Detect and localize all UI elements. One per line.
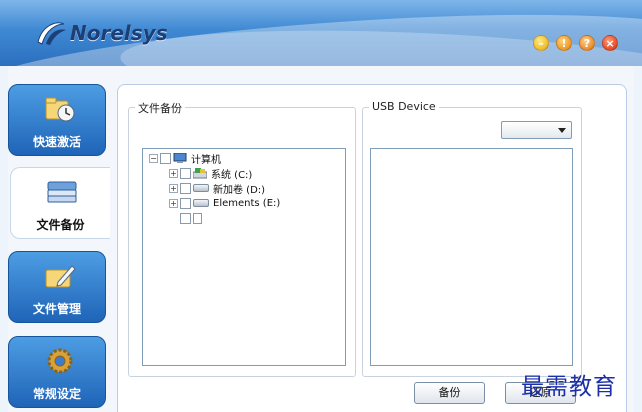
tree-checkbox[interactable] xyxy=(160,152,171,164)
tree-item-label: 系统 (C:) xyxy=(211,169,253,181)
app-logo: Norelsys xyxy=(34,18,168,48)
watermark-text: 最需教育 xyxy=(521,374,617,400)
tree-item-drive-e[interactable]: + Elements (E:) xyxy=(169,196,280,210)
app-window: Norelsys – ! ? × 快速激活 文件备份 文件管理 常规设定 文件备… xyxy=(0,0,642,412)
settings-gear-icon xyxy=(47,348,73,374)
tree-checkbox[interactable] xyxy=(180,182,191,194)
sidebar-item-file-backup[interactable]: 文件备份 xyxy=(10,167,110,239)
blank-item-icon xyxy=(193,212,202,224)
sidebar-item-label: 快速激活 xyxy=(32,135,81,149)
file-backup-icon xyxy=(47,181,77,203)
chevron-down-icon xyxy=(558,128,566,133)
sidebar-item-file-manage[interactable]: 文件管理 xyxy=(8,251,106,323)
close-icon[interactable]: × xyxy=(602,35,618,51)
backup-button[interactable]: 备份 xyxy=(414,382,485,404)
tree-item-empty[interactable] xyxy=(180,211,204,225)
tree-item-label: Elements (E:) xyxy=(213,197,281,209)
tree-item-drive-c[interactable]: + 系统 (C:) xyxy=(169,166,253,181)
tree-checkbox[interactable] xyxy=(180,212,191,224)
sidebar-item-settings[interactable]: 常规设定 xyxy=(8,336,106,408)
tree-item-computer[interactable]: − 计算机 xyxy=(149,151,221,166)
drive-icon xyxy=(193,184,209,192)
logo-text: Norelsys xyxy=(70,21,168,45)
quick-activate-icon xyxy=(45,97,75,122)
sidebar-item-label: 常规设定 xyxy=(32,387,81,401)
tree-item-label: 新加卷 (D:) xyxy=(213,184,266,196)
drive-icon xyxy=(193,199,209,207)
tree-item-drive-d[interactable]: + 新加卷 (D:) xyxy=(169,181,266,196)
help-icon[interactable]: ? xyxy=(579,35,595,51)
sidebar-item-label: 文件管理 xyxy=(32,302,81,316)
sidebar-item-label: 文件备份 xyxy=(36,218,85,232)
backup-group-title: 文件备份 xyxy=(135,100,185,116)
usb-group-title: USB Device xyxy=(369,100,439,113)
header-bar: Norelsys – ! ? × xyxy=(0,0,642,66)
expand-toggle-icon[interactable]: + xyxy=(169,183,178,193)
tree-checkbox[interactable] xyxy=(180,167,191,179)
system-drive-icon xyxy=(193,167,207,178)
sidebar-item-quick-activate[interactable]: 快速激活 xyxy=(8,84,106,156)
minimize-icon[interactable]: – xyxy=(533,35,549,51)
file-manage-icon xyxy=(45,265,76,288)
collapse-toggle-icon[interactable]: − xyxy=(149,153,158,163)
expand-toggle-icon[interactable]: + xyxy=(169,168,178,178)
usb-device-list[interactable] xyxy=(370,148,573,366)
content-panel: 文件备份 USB Device − 计算机 + 系统 (C:) + 新加卷 (D… xyxy=(117,84,627,412)
logo-swirl-icon xyxy=(37,22,66,45)
file-tree[interactable]: − 计算机 + 系统 (C:) + 新加卷 (D:) + Elements (E… xyxy=(142,148,346,366)
expand-toggle-icon[interactable]: + xyxy=(169,198,178,208)
tree-checkbox[interactable] xyxy=(180,197,191,209)
tree-item-label: 计算机 xyxy=(191,154,221,166)
warning-icon[interactable]: ! xyxy=(556,35,572,51)
computer-icon xyxy=(173,152,187,163)
usb-device-select[interactable] xyxy=(501,121,572,139)
